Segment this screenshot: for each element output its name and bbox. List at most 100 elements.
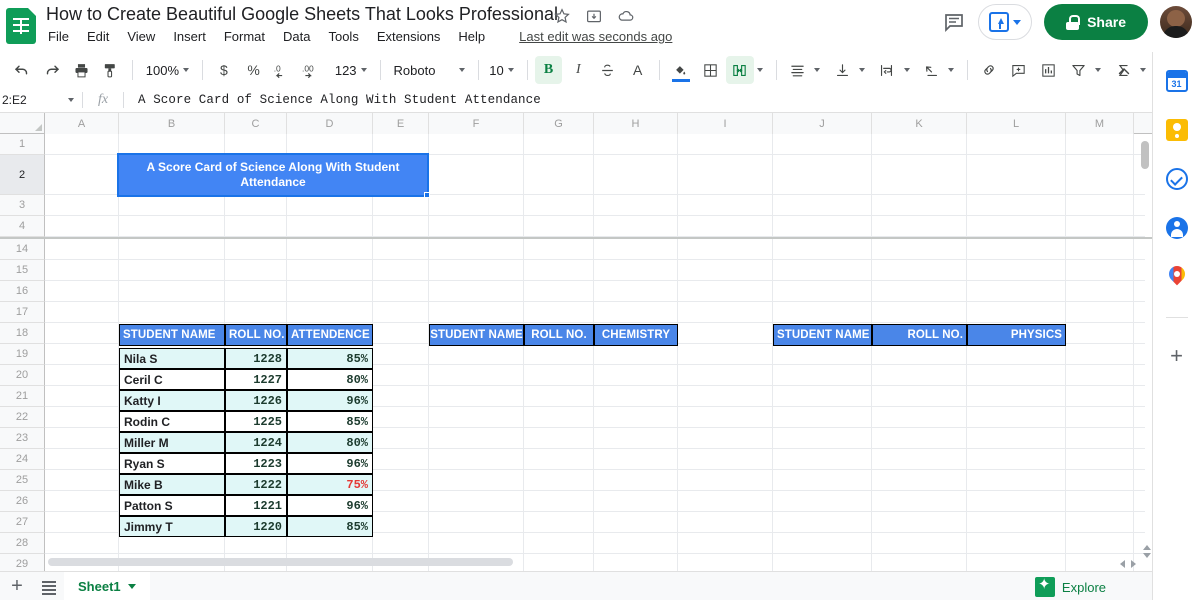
scroll-down-icon[interactable] <box>1143 553 1151 558</box>
column-header-j[interactable]: J <box>773 113 872 134</box>
column-header-m[interactable]: M <box>1066 113 1134 134</box>
table-row[interactable]: 96% <box>287 495 373 516</box>
comment-history-icon[interactable] <box>942 10 966 34</box>
google-keep-icon[interactable] <box>1165 119 1188 141</box>
menu-item-extensions[interactable]: Extensions <box>377 29 441 44</box>
insert-link-icon[interactable] <box>975 56 1003 84</box>
avatar[interactable] <box>1160 6 1192 38</box>
add-sheet-button[interactable]: + <box>0 575 34 598</box>
zoom-select[interactable]: 100% <box>140 56 195 84</box>
column-header-e[interactable]: E <box>373 113 429 134</box>
row-header-27[interactable]: 27 <box>0 512 45 533</box>
row-header-29[interactable]: 29 <box>0 554 45 571</box>
table-row[interactable]: 1221 <box>225 495 287 516</box>
row-header-16[interactable]: 16 <box>0 281 45 302</box>
attendance-header-student-name[interactable]: STUDENT NAME <box>119 324 225 346</box>
row-header-26[interactable]: 26 <box>0 491 45 512</box>
chevron-down-icon[interactable] <box>1013 19 1022 25</box>
horizontal-scrollbar[interactable] <box>48 557 1138 567</box>
insert-comment-icon[interactable] <box>1005 56 1033 84</box>
font-family-select[interactable]: Roboto <box>388 56 471 84</box>
vertical-align-icon[interactable] <box>828 56 856 84</box>
percent-format-button[interactable]: % <box>240 56 268 84</box>
table-row[interactable]: 1227 <box>225 369 287 390</box>
horizontal-scroll-arrows[interactable] <box>1120 560 1136 568</box>
table-row[interactable]: 1222 <box>225 474 287 495</box>
row-header-18[interactable]: 18 <box>0 323 45 344</box>
column-header-a[interactable]: A <box>45 113 119 134</box>
attendance-header-roll-no[interactable]: ROLL NO. <box>225 324 287 346</box>
print-icon[interactable] <box>67 56 95 84</box>
table-row[interactable]: Nila S <box>119 348 225 369</box>
google-tasks-icon[interactable] <box>1165 168 1188 190</box>
attendance-header-attendence[interactable]: ATTENDENCE <box>287 324 373 346</box>
vertical-scroll-thumb[interactable] <box>1141 141 1149 169</box>
chevron-down-icon[interactable] <box>814 68 821 72</box>
borders-icon[interactable] <box>696 56 724 84</box>
row-header-20[interactable]: 20 <box>0 365 45 386</box>
chevron-down-icon[interactable] <box>68 98 74 102</box>
horizontal-scroll-thumb[interactable] <box>48 558 513 566</box>
text-wrap-icon[interactable] <box>873 56 901 84</box>
chevron-down-icon[interactable] <box>1139 68 1146 72</box>
table-row[interactable]: 1224 <box>225 432 287 453</box>
table-row[interactable]: Patton S <box>119 495 225 516</box>
table-row[interactable]: Katty I <box>119 390 225 411</box>
menu-item-help[interactable]: Help <box>458 29 485 44</box>
font-size-select[interactable]: 10 <box>486 56 520 84</box>
row-header-14[interactable]: 14 <box>0 239 45 260</box>
text-rotation-icon[interactable] <box>918 56 946 84</box>
chevron-down-icon[interactable] <box>127 583 136 589</box>
page-title[interactable]: How to Create Beautiful Google Sheets Th… <box>46 4 558 25</box>
share-button[interactable]: Share <box>1044 4 1148 40</box>
row-header-3[interactable]: 3 <box>0 195 45 216</box>
column-header-f[interactable]: F <box>429 113 524 134</box>
row-header-21[interactable]: 21 <box>0 386 45 407</box>
scroll-left-icon[interactable] <box>1120 560 1125 568</box>
chemistry-header-roll-no[interactable]: ROLL NO. <box>524 324 594 346</box>
table-row[interactable]: 80% <box>287 432 373 453</box>
all-sheets-icon[interactable] <box>34 585 64 587</box>
table-row[interactable]: 80% <box>287 369 373 390</box>
star-icon[interactable] <box>553 7 571 25</box>
chevron-down-icon[interactable] <box>903 68 910 72</box>
table-row[interactable]: 85% <box>287 411 373 432</box>
paint-format-icon[interactable] <box>97 56 125 84</box>
google-maps-icon[interactable] <box>1168 266 1186 290</box>
present-button[interactable] <box>978 4 1033 40</box>
column-header-i[interactable]: I <box>678 113 773 134</box>
column-header-b[interactable]: B <box>119 113 225 134</box>
italic-button[interactable]: I <box>564 56 592 84</box>
merge-cells-icon[interactable] <box>725 56 754 84</box>
table-row[interactable]: Ceril C <box>119 369 225 390</box>
menu-item-edit[interactable]: Edit <box>87 29 109 44</box>
chevron-down-icon[interactable] <box>1095 68 1102 72</box>
explore-button[interactable]: Explore <box>1034 575 1106 597</box>
row-header-17[interactable]: 17 <box>0 302 45 323</box>
row-header-15[interactable]: 15 <box>0 260 45 281</box>
formula-input[interactable]: A Score Card of Science Along With Stude… <box>124 93 541 107</box>
table-row[interactable]: Miller M <box>119 432 225 453</box>
vertical-scroll-arrows[interactable] <box>1143 545 1151 558</box>
google-calendar-icon[interactable] <box>1165 70 1188 92</box>
column-header-g[interactable]: G <box>524 113 594 134</box>
select-all-corner[interactable] <box>0 113 45 134</box>
table-row[interactable]: 85% <box>287 516 373 537</box>
increase-decimal-button[interactable]: .00 <box>299 56 327 84</box>
scroll-right-icon[interactable] <box>1131 560 1136 568</box>
last-edit-status[interactable]: Last edit was seconds ago <box>519 29 672 44</box>
horizontal-align-icon[interactable] <box>784 56 812 84</box>
column-header-h[interactable]: H <box>594 113 678 134</box>
cloud-saved-icon[interactable] <box>617 7 635 25</box>
menu-item-view[interactable]: View <box>127 29 155 44</box>
chevron-down-icon[interactable] <box>859 68 866 72</box>
menu-item-tools[interactable]: Tools <box>328 29 358 44</box>
google-contacts-icon[interactable] <box>1165 217 1188 239</box>
menu-item-file[interactable]: File <box>48 29 69 44</box>
chemistry-header-chemistry[interactable]: CHEMISTRY <box>594 324 678 346</box>
column-header-l[interactable]: L <box>967 113 1066 134</box>
vertical-scrollbar[interactable] <box>1140 136 1150 571</box>
chevron-down-icon[interactable] <box>756 68 763 72</box>
row-header-1[interactable]: 1 <box>0 134 45 155</box>
row-header-23[interactable]: 23 <box>0 428 45 449</box>
